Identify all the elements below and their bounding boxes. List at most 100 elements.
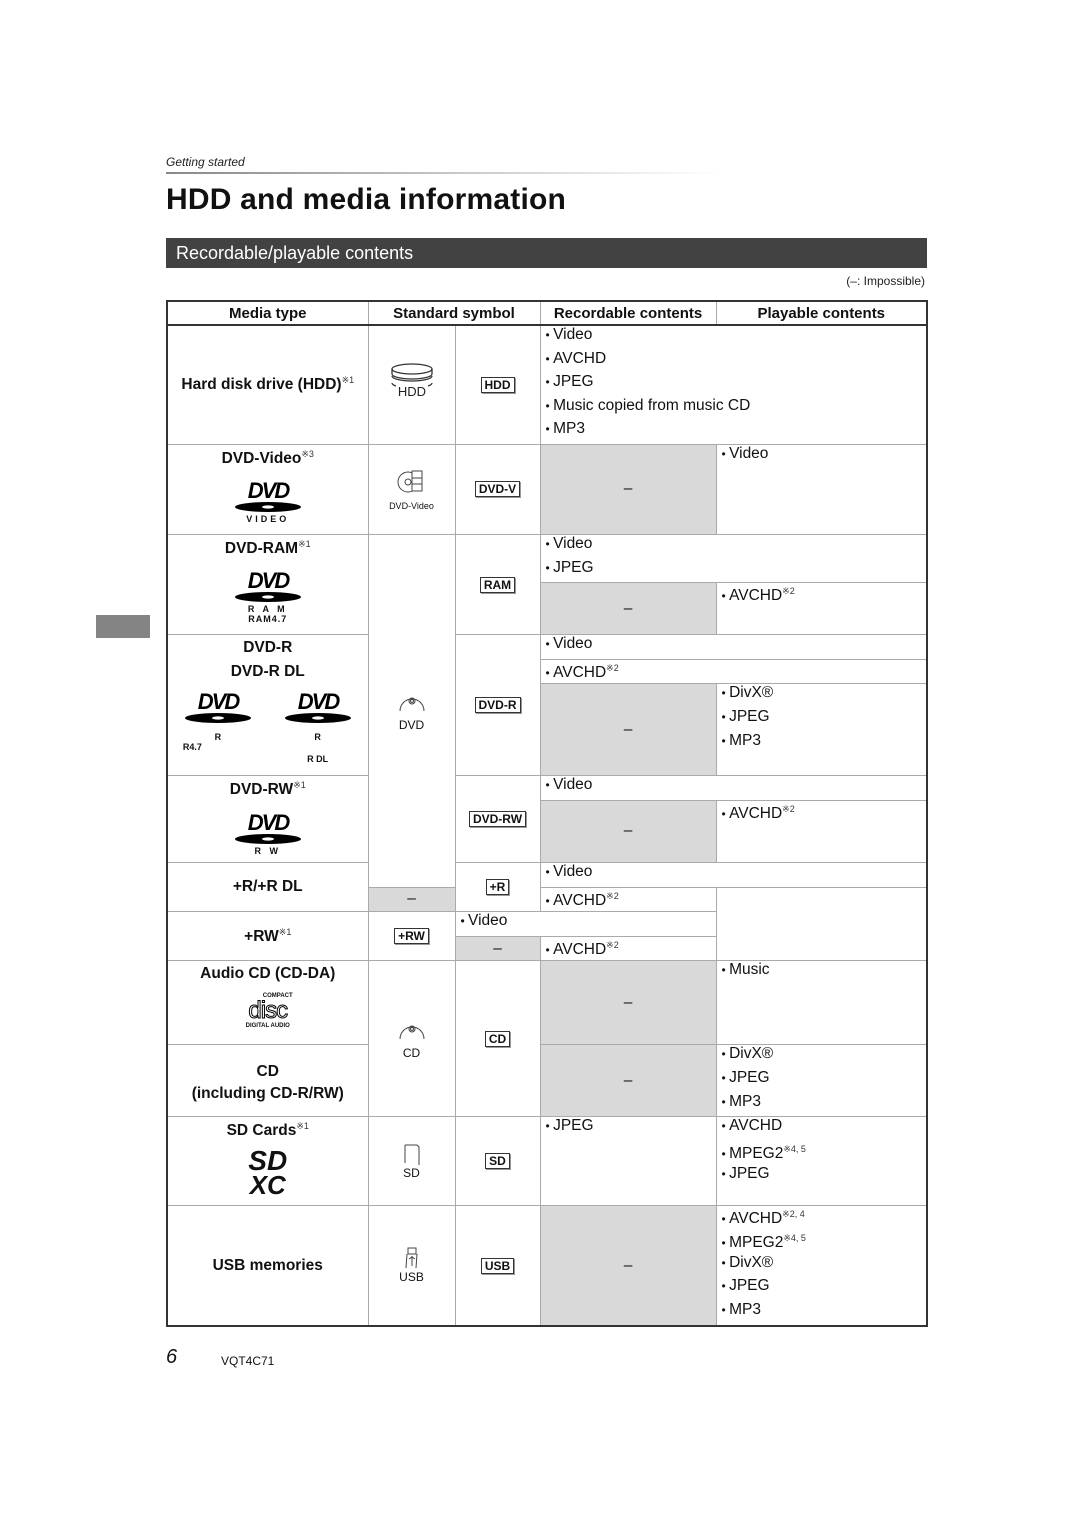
plus-rw-rec-play: Video <box>454 911 717 937</box>
sd-recordable: JPEG <box>539 1116 717 1207</box>
dvd-rw-rec-play: Video <box>539 775 928 801</box>
list-item: Video <box>722 445 927 469</box>
table-row-sd: SD Cards※1 SD XC SD SD JPEG AVCHD <box>166 1116 928 1207</box>
badge-cell-dvd-r: DVD-R <box>454 634 541 777</box>
usb-playable: AVCHD※2, 4 MPEG2※4, 5 DivX® JPEG MP3 <box>715 1205 928 1327</box>
recordable-impossible: – <box>539 683 717 777</box>
recordable-impossible: – <box>454 935 541 962</box>
media-type-dvd-ram: DVD-RAM※1 R A M RAM4.7 <box>166 533 369 636</box>
list-item: AVCHD※2 <box>546 888 716 912</box>
list-item: JPEG <box>722 1069 927 1093</box>
list-item: MPEG2※4, 5 <box>722 1230 927 1254</box>
col-standard-symbol: Standard symbol <box>367 300 541 326</box>
list-item: MPEG2※4, 5 <box>722 1141 927 1165</box>
badge-cell-usb: USB <box>454 1205 541 1327</box>
document-code: VQT4C71 <box>221 1354 275 1368</box>
recordable-impossible: – <box>539 1044 717 1118</box>
list-item: Video <box>461 912 716 936</box>
section-divider <box>166 172 721 174</box>
recordable-impossible: – <box>539 799 717 863</box>
impossible-legend: (–: Impossible) <box>846 274 925 288</box>
list-item: Video <box>546 535 927 559</box>
table-header-row: Media type Standard symbol Recordable co… <box>166 300 928 326</box>
usb-badge: USB <box>480 1257 515 1274</box>
plus-r-badge: +R <box>485 879 510 896</box>
compact-disc-logo: COMPACT disc DIGITAL AUDIO <box>245 993 293 1030</box>
list-item: JPEG <box>546 559 927 583</box>
media-type-dvd-r: DVD-R DVD-R DL R R4.7 R R DL <box>166 634 369 777</box>
table-row-hdd: Hard disk drive (HDD)※1 HDD HDD Video AV… <box>166 324 928 445</box>
list-item: DivX® <box>722 1045 927 1069</box>
dvd-disc-icon: DVD <box>367 533 456 888</box>
table-row-dvd-rw: DVD-RW※1 R W DVD-RW Video <box>166 775 928 863</box>
list-item: Video <box>546 326 927 350</box>
svg-text:HDD: HDD <box>397 384 425 399</box>
dvd-r-playable: DivX® JPEG MP3 <box>715 683 928 777</box>
dvd-r-dl-logo: R R DL <box>283 689 353 764</box>
recordable-impossible: – <box>367 886 456 913</box>
recordable-impossible: – <box>539 1205 717 1327</box>
hdd-badge: HDD <box>480 376 515 393</box>
list-item: MP3 <box>722 1301 927 1325</box>
plus-r-playable: AVCHD※2 <box>539 886 717 913</box>
dvd-video-playable: Video <box>715 443 928 535</box>
cd-playable: DivX® JPEG MP3 <box>715 1044 928 1118</box>
sd-card-icon: SD <box>367 1116 456 1207</box>
media-type-audio-cd: Audio CD (CD-DA) COMPACT disc DIGITAL AU… <box>166 960 369 1046</box>
list-item: JPEG <box>722 708 927 732</box>
media-type-cd: CD (including CD-R/RW) <box>166 1044 369 1118</box>
list-item: JPEG <box>546 1117 716 1141</box>
dvd-rw-badge: DVD-RW <box>468 811 527 828</box>
dvd-rw-playable: AVCHD※2 <box>715 799 928 863</box>
table-row-plus-rw: +RW※1 +RW Video <box>166 911 927 962</box>
list-item: MP3 <box>722 1093 927 1117</box>
section-banner: Recordable/playable contents <box>166 238 927 268</box>
col-recordable: Recordable contents <box>539 300 717 326</box>
recordable-impossible: – <box>539 443 717 535</box>
cd-badge: CD <box>484 1030 511 1047</box>
dvd-r-badge: DVD-R <box>474 697 521 714</box>
hdd-stack-graphic: HDD <box>390 363 433 399</box>
col-media-type: Media type <box>166 300 369 326</box>
badge-cell-dvd-ram: RAM <box>454 533 541 636</box>
page-number: 6 <box>166 1346 178 1368</box>
list-item: AVCHD <box>546 350 927 374</box>
list-item: AVCHD※2 <box>546 660 927 684</box>
dvd-ram-logo <box>233 568 303 606</box>
list-item: Video <box>546 776 927 800</box>
media-type-sd: SD Cards※1 SD XC <box>166 1116 369 1207</box>
badge-cell-sd: SD <box>454 1116 541 1207</box>
usb-icon: USB <box>367 1205 456 1327</box>
dvd-ram-rec-play: Video JPEG <box>539 533 928 584</box>
badge-cell-hdd: HDD <box>454 324 541 445</box>
list-item: MP3 <box>546 420 927 444</box>
media-type-plus-rw: +RW※1 <box>166 911 369 962</box>
table-row-dvd-video: DVD-Video※3 VIDEO DVD-Video DVD-V – Vide… <box>166 443 928 535</box>
media-type-hdd: Hard disk drive (HDD)※1 <box>166 324 369 445</box>
list-item: DivX® <box>722 684 927 708</box>
dvd-rw-logo <box>233 810 303 848</box>
dvd-video-icon: DVD-Video <box>367 443 456 535</box>
list-item: AVCHD※2 <box>546 937 716 961</box>
list-item: Music <box>722 961 927 985</box>
media-type-dvd-rw: DVD-RW※1 R W <box>166 775 369 863</box>
media-type-plus-r: +R/+R DL <box>166 861 369 913</box>
table-row-usb: USB memories USB USB – AVCHD※2, 4 MPEG2※… <box>166 1205 928 1327</box>
list-item: Video <box>546 635 927 659</box>
plus-rw-badge: +RW <box>394 928 429 945</box>
list-item: MP3 <box>722 732 927 756</box>
list-item: JPEG <box>722 1165 927 1189</box>
chapter-tab-marker <box>96 615 150 638</box>
hdd-icon: HDD <box>367 324 456 445</box>
table-row-dvd-ram: DVD-RAM※1 R A M RAM4.7 DVD RAM Video JPE… <box>166 533 928 888</box>
list-item: AVCHD※2 <box>722 801 927 825</box>
sdxc-logo: SD XC <box>248 1145 288 1200</box>
plus-r-rec-play: Video <box>539 861 928 888</box>
badge-cell-cd: CD <box>454 960 541 1118</box>
dvd-video-logo <box>233 478 303 516</box>
list-item: AVCHD※2, 4 <box>722 1206 927 1230</box>
table-row-dvd-r: DVD-R DVD-R DL R R4.7 R R DL DVD-R • Vid… <box>166 634 928 777</box>
section-label: Getting started <box>166 155 245 169</box>
media-type-usb: USB memories <box>166 1205 369 1327</box>
dvd-r-logo: R R4.7 <box>183 689 253 764</box>
